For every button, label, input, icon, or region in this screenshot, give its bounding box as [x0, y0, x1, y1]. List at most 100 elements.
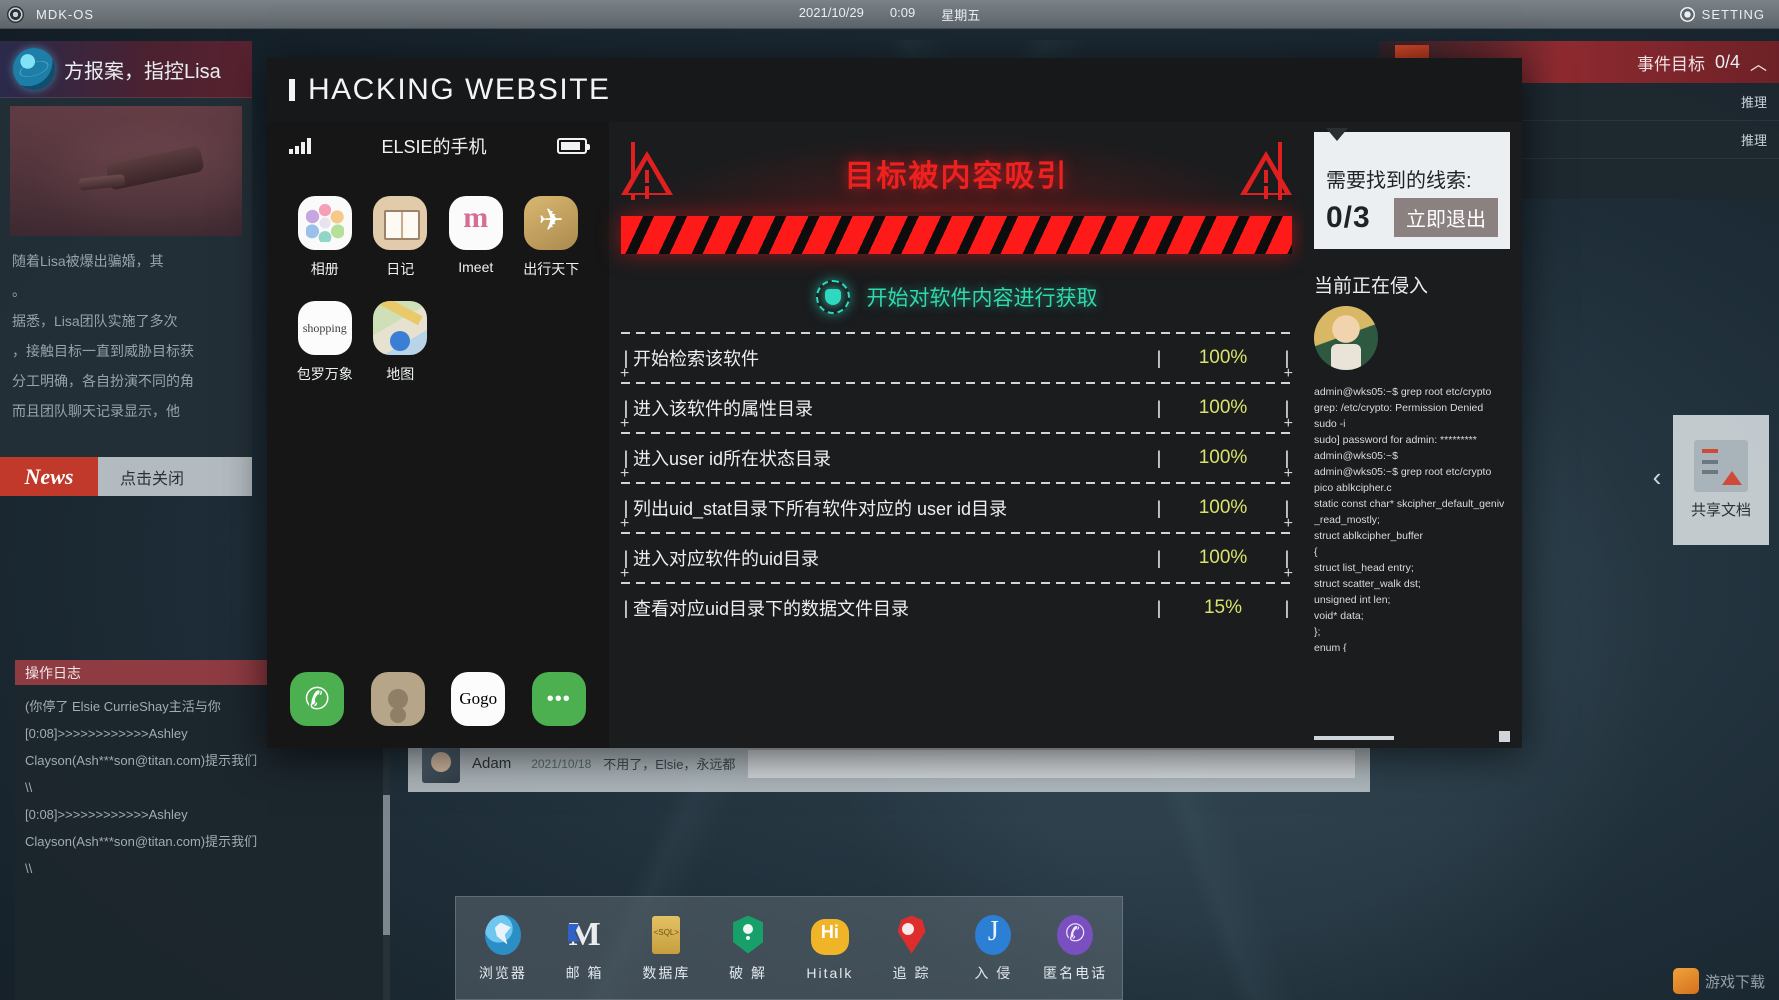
phone-preview-panel: ELSIE的手机 相册 日记 Imeet	[267, 122, 609, 748]
code-line: struct ablkcipher_buffer	[1314, 528, 1522, 544]
date-label: 2021/10/29	[799, 5, 864, 24]
row-pipe: |	[1154, 448, 1164, 469]
news-paragraph: 而且团队聊天记录显示，他	[12, 396, 240, 426]
terminal-table: | 开始检索该软件 | 100% | | 进入该软件的属性目录 | 100% |	[621, 332, 1292, 632]
taskbar-label: Hitalk	[806, 965, 853, 981]
row-pipe: |	[1154, 498, 1164, 519]
taskbar-label: 破 解	[729, 963, 767, 983]
taskbar-label: 浏览器	[479, 963, 527, 983]
chat-input[interactable]	[747, 749, 1356, 779]
warning-right-bar	[1278, 142, 1282, 200]
phone-app-imeet[interactable]: Imeet	[438, 196, 514, 279]
globe-icon	[13, 48, 55, 90]
terminal-divider	[621, 382, 1292, 384]
code-line: unsigned int len;	[1314, 592, 1522, 608]
terminal-progress-value: 100%	[1164, 347, 1282, 369]
code-resize-handle[interactable]	[1499, 731, 1510, 742]
phone-app-grid: 相册 日记 Imeet 出行天下 shopping	[267, 170, 609, 384]
log-scrollbar-thumb[interactable]	[383, 795, 390, 935]
clue-count: 0/3	[1326, 201, 1371, 235]
phone-app-map[interactable]: 地图	[363, 301, 439, 384]
exit-now-button[interactable]: 立即退出	[1394, 198, 1498, 237]
time-label: 0:09	[890, 5, 915, 24]
phone-app-travel[interactable]: 出行天下	[514, 196, 590, 279]
row-pipe: |	[1154, 548, 1164, 569]
news-brand-label: News	[0, 457, 98, 496]
warning-text: 目标被内容吸引	[673, 151, 1240, 195]
row-pipe: |	[1154, 348, 1164, 369]
mission-row-action[interactable]: 推理	[1741, 92, 1767, 111]
terminal-row: | 开始检索该软件 | 100% |	[621, 334, 1292, 382]
news-footer: News 点击关闭	[0, 457, 252, 496]
news-paragraph: 。	[12, 276, 240, 306]
phone-dial-icon[interactable]	[290, 672, 344, 726]
terminal-row: | 进入对应软件的uid目录 | 100% |	[621, 534, 1292, 582]
code-line: sudo] password for admin: *********	[1314, 432, 1522, 448]
chat-sender-name: Adam	[472, 755, 511, 772]
clue-panel-label: 需要找到的线索:	[1326, 164, 1498, 193]
terminal-progress-value: 100%	[1164, 497, 1282, 519]
phone-app-label: 日记	[386, 259, 414, 279]
row-pipe: |	[1154, 398, 1164, 419]
code-line: admin@wks05:~$ grep root etc/crypto	[1314, 464, 1522, 480]
chevron-left-icon[interactable]: ‹	[1645, 447, 1669, 507]
phone-device-name: ELSIE的手机	[381, 133, 486, 159]
battery-icon	[557, 138, 587, 154]
taskbar-label: 入 侵	[974, 963, 1012, 983]
crack-icon	[733, 916, 763, 954]
code-line: {	[1314, 544, 1522, 560]
news-header: 方报案，指控Lisa	[0, 41, 252, 98]
gavel-illustration	[106, 146, 205, 191]
news-close-hint[interactable]: 点击关闭	[98, 457, 252, 496]
hacking-window-title-text: HACKING WEBSITE	[308, 73, 611, 107]
terminal-step-label: 开始检索该软件	[631, 345, 1154, 371]
diary-book-icon	[373, 196, 427, 250]
news-paragraph: ，接触目标一直到威胁目标获	[12, 336, 240, 366]
log-line: \\	[25, 774, 380, 801]
contacts-icon[interactable]	[371, 672, 425, 726]
map-icon	[373, 301, 427, 355]
taskbar-item-database[interactable]: 数据库	[628, 914, 704, 983]
target-avatar	[1314, 306, 1378, 370]
terminal-step-label: 列出uid_stat目录下所有软件对应的 user id目录	[631, 495, 1154, 521]
code-line: static const char* skcipher_default_geni…	[1314, 496, 1522, 512]
hacking-website-window[interactable]: HACKING WEBSITE ELSIE的手机 相册 日记	[267, 58, 1522, 748]
code-scrollbar[interactable]	[1314, 736, 1394, 740]
browser-icon	[485, 915, 521, 955]
chat-message: 不用了，Elsie，永远都	[603, 754, 735, 773]
hack-terminal-panel: 目标被内容吸引 开始对软件内容进行获取 | 开始检索该软件 | 100%	[609, 122, 1304, 748]
taskbar-item-track[interactable]: 追 踪	[874, 914, 950, 983]
taskbar-item-crack[interactable]: 破 解	[710, 914, 786, 983]
messages-icon[interactable]	[532, 672, 586, 726]
news-photo	[10, 106, 242, 236]
warning-triangle-icon	[1240, 151, 1292, 195]
taskbar-item-anonymous-call[interactable]: 匿名电话	[1037, 914, 1113, 983]
phone-app-label: 出行天下	[523, 259, 579, 279]
phone-app-shopping[interactable]: shopping 包罗万象	[287, 301, 363, 384]
share-doc-label: 共享文档	[1691, 499, 1751, 520]
gogo-search-icon[interactable]: Gogo	[451, 672, 505, 726]
terminal-row: | 列出uid_stat目录下所有软件对应的 user id目录 | 100% …	[621, 484, 1292, 532]
phone-app-album[interactable]: 相册	[287, 196, 363, 279]
chevron-up-icon[interactable]: ︿	[1750, 50, 1767, 75]
code-line: admin@wks05:~$ grep root etc/crypto	[1314, 384, 1522, 400]
taskbar-item-intrude[interactable]: 入 侵	[955, 914, 1031, 983]
phone-app-diary[interactable]: 日记	[363, 196, 439, 279]
share-doc-icon	[1694, 440, 1748, 492]
clue-panel: 需要找到的线索: 0/3 立即退出	[1314, 132, 1510, 249]
phone-status-bar: ELSIE的手机	[267, 122, 609, 170]
desktop-screen: RORIAN EMPIRE MDK-OS 2021/10/29 0:09 星期五…	[0, 0, 1779, 1000]
taskbar-item-browser[interactable]: 浏览器	[465, 914, 541, 983]
news-window[interactable]: 方报案，指控Lisa 随着Lisa被爆出骗婚，其 。 据悉，Lisa团队实施了多…	[0, 41, 252, 496]
setting-button[interactable]: SETTING	[1680, 7, 1765, 22]
weekday-label: 星期五	[941, 5, 980, 24]
taskbar-item-hitalk[interactable]: Hitalk	[792, 916, 868, 981]
terminal-step-label: 进入对应软件的uid目录	[631, 545, 1154, 571]
mission-row-action[interactable]: 推理	[1741, 130, 1767, 149]
triangle-down-icon[interactable]	[1326, 128, 1348, 158]
terminal-row: | 进入user id所在状态目录 | 100% |	[621, 434, 1292, 482]
code-line: admin@wks05:~$	[1314, 448, 1522, 464]
log-line: [0:08]>>>>>>>>>>>>Ashley	[25, 801, 380, 828]
share-doc-widget[interactable]: ‹ 共享文档	[1673, 415, 1769, 545]
taskbar-item-mail[interactable]: 邮 箱	[547, 914, 623, 983]
